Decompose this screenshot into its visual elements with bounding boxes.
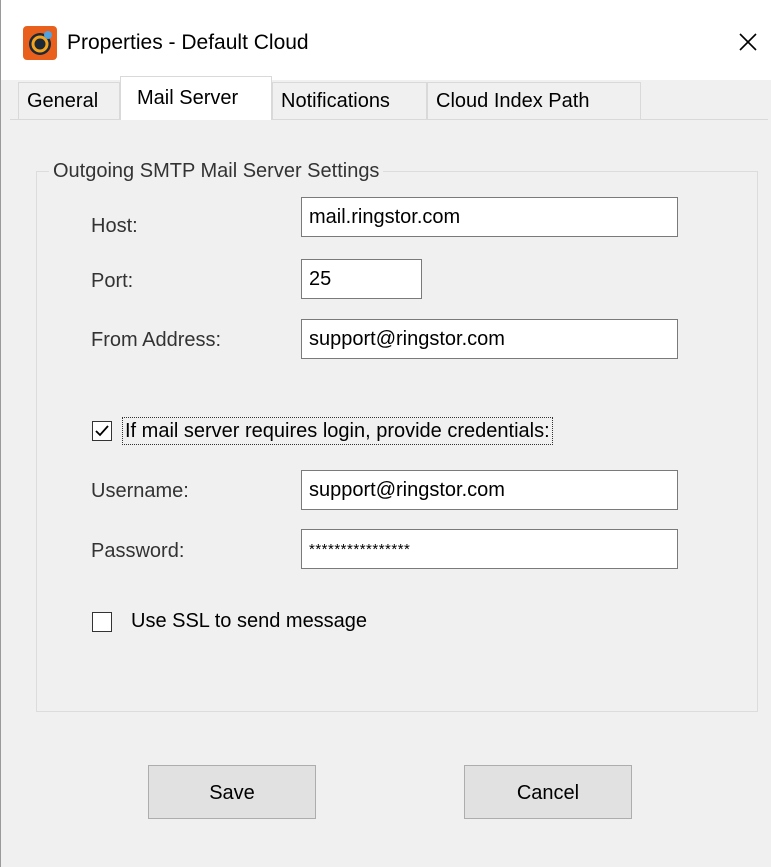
username-label: Username: — [91, 480, 189, 502]
use-ssl-checkbox[interactable] — [92, 612, 112, 632]
password-label: Password: — [91, 540, 185, 562]
port-input[interactable] — [301, 259, 422, 299]
username-input[interactable] — [301, 470, 678, 510]
from-address-label: From Address: — [91, 329, 222, 351]
from-address-input[interactable] — [301, 319, 678, 359]
tab-mail-server[interactable]: Mail Server — [120, 76, 272, 120]
port-label: Port: — [91, 270, 134, 292]
login-required-checkbox[interactable] — [92, 421, 112, 441]
properties-dialog: Properties - Default Cloud General Mail … — [0, 0, 771, 867]
host-label: Host: — [91, 215, 138, 237]
cancel-button[interactable]: Cancel — [464, 765, 632, 819]
close-icon[interactable] — [728, 22, 768, 62]
use-ssl-label[interactable]: Use SSL to send message — [131, 608, 367, 634]
tab-cloud-index-path[interactable]: Cloud Index Path — [427, 82, 641, 120]
app-cloud-icon — [23, 26, 57, 60]
tab-general[interactable]: General — [18, 82, 120, 120]
save-button[interactable]: Save — [148, 765, 316, 819]
window-title: Properties - Default Cloud — [67, 31, 309, 54]
checkmark-icon — [95, 425, 109, 437]
title-bar: Properties - Default Cloud — [1, 0, 771, 80]
password-input[interactable] — [301, 529, 678, 569]
host-input[interactable] — [301, 197, 678, 237]
login-required-label[interactable]: If mail server requires login, provide c… — [122, 417, 553, 445]
tab-notifications[interactable]: Notifications — [272, 82, 427, 120]
tab-strip: General Mail Server Notifications Cloud … — [1, 76, 771, 120]
group-title: Outgoing SMTP Mail Server Settings — [49, 157, 384, 185]
